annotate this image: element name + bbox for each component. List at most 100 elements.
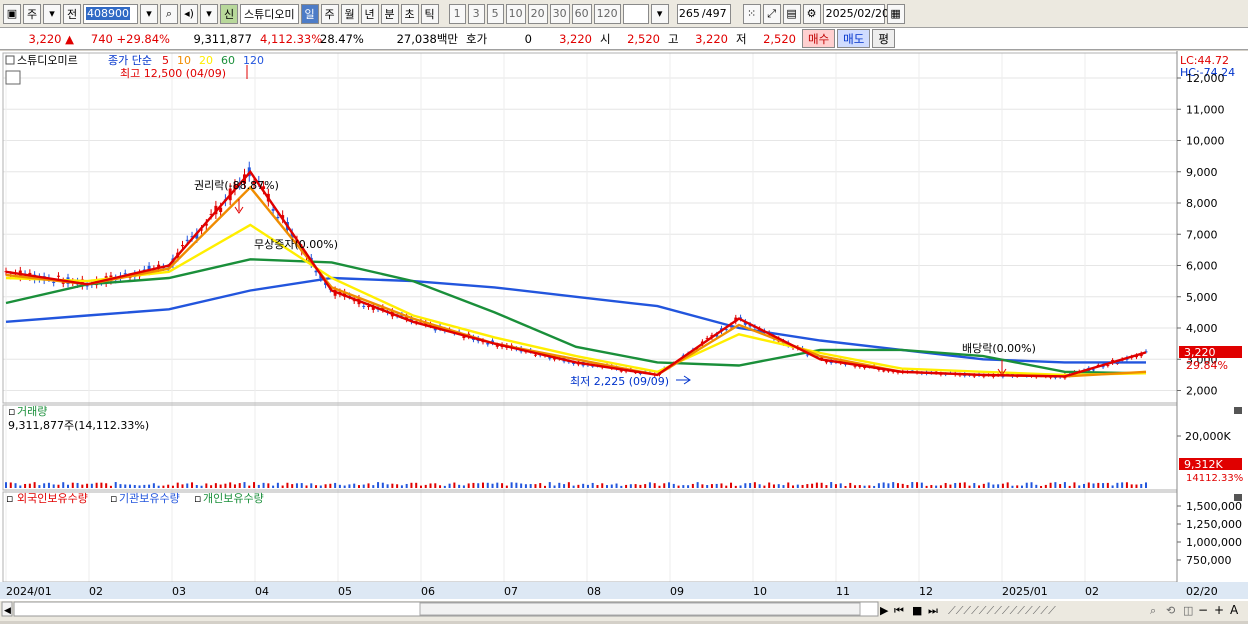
volume-bar bbox=[730, 482, 733, 488]
chart-menu-icon[interactable] bbox=[5, 70, 21, 85]
candle-body bbox=[185, 239, 189, 241]
volume-bar bbox=[854, 485, 857, 488]
volume-bar bbox=[443, 485, 446, 488]
interval-dropdown-icon[interactable]: ▾ bbox=[650, 3, 669, 24]
period-day[interactable]: 일 bbox=[300, 3, 319, 24]
interval-120[interactable]: 120 bbox=[593, 3, 621, 24]
font-size-icon[interactable]: A bbox=[1230, 603, 1239, 617]
panel-toggle-icon[interactable] bbox=[5, 55, 15, 65]
volume-bar bbox=[105, 483, 108, 488]
drawing-tools-icons[interactable]: ⟋⟋⟋⟋⟋⟋⟋⟋⟋⟋⟋⟋⟋⟋ bbox=[948, 604, 1056, 617]
volume-bar bbox=[310, 483, 313, 488]
volume-bar bbox=[448, 483, 451, 488]
volume-bar bbox=[997, 484, 1000, 488]
volume-bar bbox=[520, 483, 523, 488]
volume-bar bbox=[1106, 482, 1109, 488]
interval-10[interactable]: 10 bbox=[505, 3, 526, 24]
interval-20[interactable]: 20 bbox=[527, 3, 548, 24]
turnover: 28.47% bbox=[320, 31, 364, 46]
interval-30[interactable]: 30 bbox=[549, 3, 570, 24]
expand-icon[interactable]: ⤢ bbox=[762, 3, 781, 24]
change-group: 740 +29.84% bbox=[78, 32, 174, 46]
zoom-in-icon[interactable]: + bbox=[1214, 603, 1224, 617]
volume-bar bbox=[882, 482, 885, 488]
volume-bar bbox=[162, 485, 165, 488]
prefix-button[interactable]: 전 bbox=[63, 3, 81, 24]
period-minute[interactable]: 분 bbox=[380, 3, 399, 24]
zoom-out-icon[interactable]: − bbox=[1198, 603, 1208, 617]
volume-bar bbox=[1035, 484, 1038, 488]
calendar-icon[interactable]: ▦ bbox=[886, 3, 905, 24]
code-input[interactable]: 408900 bbox=[83, 3, 138, 24]
volume-bar bbox=[405, 483, 408, 488]
grid-icon[interactable]: ⁙ bbox=[742, 3, 761, 24]
stop-icon[interactable]: ■ bbox=[912, 604, 922, 617]
market-dropdown-icon[interactable]: ▾ bbox=[43, 3, 61, 24]
volume-bar bbox=[958, 482, 961, 488]
last-icon[interactable]: ⏭ bbox=[928, 604, 938, 617]
gear-icon[interactable]: ⚙ bbox=[802, 3, 821, 24]
sell-button[interactable]: 매도 bbox=[837, 29, 871, 48]
scrollbar-thumb[interactable] bbox=[419, 602, 861, 616]
period-week[interactable]: 주 bbox=[320, 3, 339, 24]
candle-body bbox=[362, 305, 366, 307]
sin-button[interactable]: 신 bbox=[220, 3, 238, 24]
x-axis-label: 06 bbox=[421, 585, 435, 598]
interval-1[interactable]: 1 bbox=[448, 3, 466, 24]
volume-bar bbox=[706, 485, 709, 488]
candle-body bbox=[276, 217, 280, 219]
holding-toggle-icon[interactable]: ▫ bbox=[6, 492, 13, 505]
volume-bar bbox=[386, 484, 389, 488]
volume-bar bbox=[1073, 482, 1076, 488]
date-input[interactable]: 2025/02/20 bbox=[822, 3, 889, 24]
volume-bar bbox=[1054, 482, 1057, 488]
x-axis-label: 2024/01 bbox=[6, 585, 52, 598]
candle-body bbox=[1106, 365, 1110, 367]
speaker-icon[interactable]: ◂) bbox=[180, 3, 198, 24]
x-axis-label: 09 bbox=[670, 585, 684, 598]
volume-bar bbox=[563, 484, 566, 488]
interval-60[interactable]: 60 bbox=[571, 3, 592, 24]
code-dropdown-icon[interactable]: ▾ bbox=[140, 3, 158, 24]
volume-bar bbox=[935, 485, 938, 488]
volume-bar bbox=[858, 485, 861, 488]
reset-icon[interactable]: ⟲ bbox=[1166, 604, 1175, 617]
period-month[interactable]: 월 bbox=[340, 3, 359, 24]
volume-bar bbox=[1082, 483, 1085, 488]
eval-button[interactable]: 평 bbox=[872, 29, 895, 48]
volume-close-icon[interactable] bbox=[1234, 407, 1242, 414]
interval-5[interactable]: 5 bbox=[486, 3, 504, 24]
volume-bar bbox=[133, 485, 136, 488]
camera-icon[interactable]: ◫ bbox=[1183, 604, 1193, 617]
buy-button[interactable]: 매수 bbox=[802, 29, 836, 48]
volume-bar bbox=[863, 485, 866, 488]
scroll-left-icon[interactable]: ◀ bbox=[4, 606, 11, 616]
zoom-fit-icon[interactable]: ⌕ bbox=[1150, 604, 1156, 617]
first-icon[interactable]: ⏮ bbox=[894, 604, 904, 617]
volume-bar bbox=[129, 484, 132, 488]
period-second[interactable]: 초 bbox=[400, 3, 419, 24]
save-icon[interactable]: ▤ bbox=[782, 3, 801, 24]
chart-svg[interactable]: 스튜디오미르 종가 단순 5 10 20 60 120 LC:44.72 HC:-74.… bbox=[0, 51, 1248, 621]
scroll-right-icon[interactable]: ▶ bbox=[880, 604, 889, 617]
volume-bar bbox=[668, 482, 671, 488]
volume-bar bbox=[372, 485, 375, 488]
interval-custom-input[interactable] bbox=[622, 3, 649, 24]
volume-bar bbox=[191, 482, 194, 488]
volume-bar bbox=[338, 484, 341, 488]
chart-area[interactable]: 스튜디오미르 종가 단순 5 10 20 60 120 LC:44.72 HC:-74.… bbox=[0, 51, 1248, 621]
interval-3[interactable]: 3 bbox=[467, 3, 485, 24]
layout-icon[interactable]: ▣ bbox=[3, 3, 21, 24]
period-year[interactable]: 년 bbox=[360, 3, 379, 24]
volume-toggle-icon[interactable]: ▫ bbox=[8, 405, 15, 418]
volume-bar bbox=[510, 482, 513, 488]
volume-bar bbox=[963, 482, 966, 488]
speaker-dropdown-icon[interactable]: ▾ bbox=[200, 3, 218, 24]
count-input[interactable]: 265/497 bbox=[676, 3, 731, 24]
period-tick[interactable]: 틱 bbox=[420, 3, 439, 24]
volume-bar bbox=[462, 485, 465, 488]
market-select[interactable]: 주 bbox=[23, 3, 41, 24]
search-icon[interactable]: ⌕ bbox=[160, 3, 178, 24]
volume-current-pct: 14112.33% bbox=[1186, 473, 1243, 484]
volume-bar bbox=[548, 482, 551, 488]
